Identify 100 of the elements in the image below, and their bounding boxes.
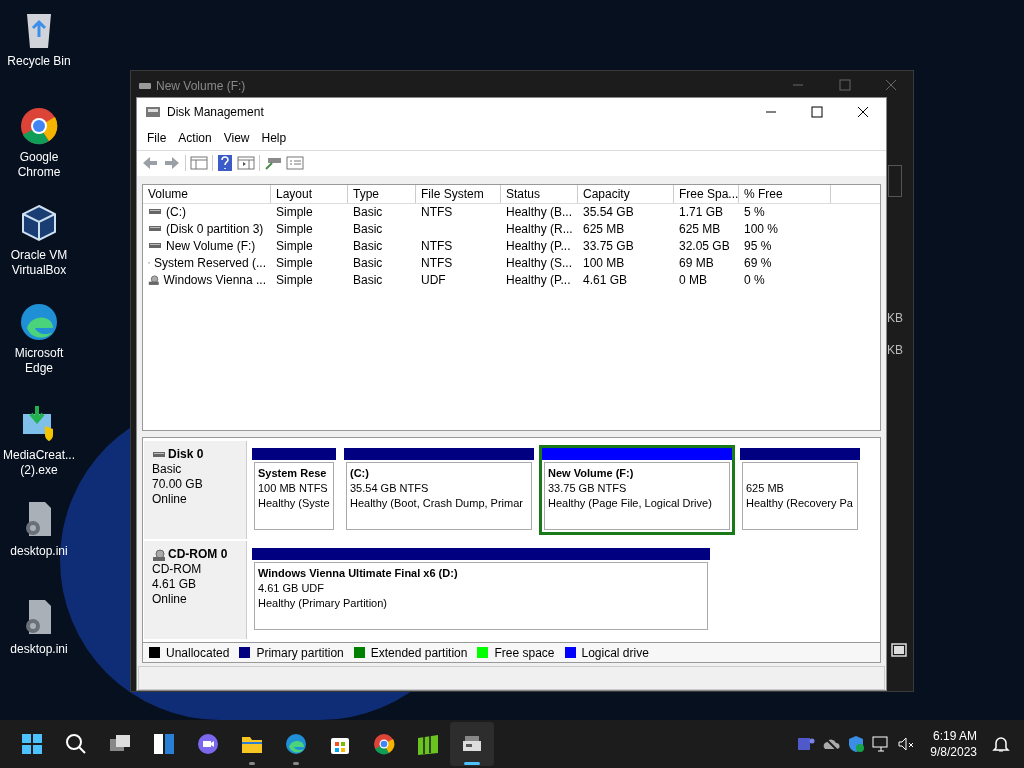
column-header[interactable]: Free Spa...: [674, 184, 739, 203]
partition-title: (C:): [350, 466, 370, 482]
taskbar-button[interactable]: [450, 722, 494, 766]
table-cell-text: (C:): [166, 204, 186, 222]
connect-drive-icon[interactable]: [264, 155, 282, 172]
chrome-icon: [372, 732, 396, 756]
table-cell-text: NTFS: [421, 238, 453, 256]
start-icon: [20, 732, 44, 756]
table-cell-text: 35.54 GB: [583, 204, 634, 222]
panels-icon: [416, 732, 440, 756]
partition-status: Healthy (Recovery Pa: [746, 496, 854, 512]
table-cell-text: 5 %: [744, 204, 765, 222]
network-monitor-icon[interactable]: [872, 735, 891, 753]
teams-icon[interactable]: [797, 735, 816, 753]
menu-item[interactable]: View: [217, 128, 256, 147]
table-cell-text: 625 MB: [679, 221, 721, 239]
table-cell-text: 32.05 GB: [679, 238, 730, 256]
column-header[interactable]: Type: [348, 184, 416, 203]
help-icon[interactable]: [217, 154, 233, 173]
desktop-icon-label[interactable]: Microsoft Edge: [1, 346, 77, 376]
table-cell-text: UDF: [421, 272, 446, 290]
partition-title: Windows Vienna Ultimate Final x6 (D:): [258, 566, 459, 582]
partition-status: Healthy (Page File, Logical Drive): [548, 496, 713, 512]
table-cell-text: Healthy (P...: [506, 272, 571, 290]
table-cell-text: Simple: [276, 204, 313, 222]
legend-label: Primary partition: [256, 644, 344, 662]
partition-detail: 100 MB NTFS: [258, 481, 329, 497]
back-arrow-icon[interactable]: [141, 155, 159, 172]
legend-label: Unallocated: [166, 644, 230, 662]
console-tree-icon[interactable]: [190, 155, 208, 172]
table-cell-text: Basic: [353, 204, 383, 222]
partition-detail: 4.61 GB UDF: [258, 581, 326, 597]
disk-info-text: 70.00 GB: [152, 477, 204, 493]
table-cell-text: 33.75 GB: [583, 238, 634, 256]
desktop-icon-label[interactable]: Recycle Bin: [1, 54, 77, 69]
partition-detail: 625 MB: [746, 481, 785, 497]
column-header[interactable]: File System: [416, 184, 501, 203]
table-cell-text: 625 MB: [583, 221, 625, 239]
clock-date[interactable]: 9/8/2023: [930, 744, 977, 760]
table-cell-text: Simple: [276, 238, 313, 256]
legend-label: Free space: [494, 644, 555, 662]
desktop-icon-label[interactable]: MediaCreat... (2).exe: [1, 448, 77, 478]
chat-icon: [196, 732, 220, 756]
action-pane-icon[interactable]: [237, 155, 255, 172]
column-header[interactable]: Layout: [271, 184, 348, 203]
disk-info-panel[interactable]: Disk 0 Basic 70.00 GB Online: [144, 441, 247, 540]
table-cell-text: System Reserved (...: [153, 255, 266, 273]
column-header[interactable]: Volume: [143, 184, 271, 203]
panel-frame: [888, 165, 902, 197]
table-cell-text: 0 MB: [679, 272, 707, 290]
window-icon[interactable]: [891, 642, 907, 658]
table-cell-text: 100 %: [744, 221, 779, 239]
table-cell-text: Healthy (S...: [506, 255, 573, 273]
partition-block[interactable]: New Volume (F:) 33.75 GB NTFS Healthy (Page File, Logical Drive): [539, 445, 735, 536]
window-title: New Volume (F:): [156, 78, 246, 95]
table-cell-text: 95 %: [744, 238, 772, 256]
forward-arrow-icon[interactable]: [163, 155, 181, 172]
clock-time[interactable]: 6:19 AM: [932, 728, 977, 744]
partition-status: Healthy (Boot, Crash Dump, Primar: [350, 496, 524, 512]
table-cell-text: New Volume (F:): [166, 238, 256, 256]
table-cell-text: 1.71 GB: [679, 204, 724, 222]
table-cell-text: NTFS: [421, 255, 453, 273]
table-cell-text: 100 MB: [583, 255, 625, 273]
table-cell-text: Healthy (R...: [506, 221, 573, 239]
menu-item[interactable]: Help: [255, 128, 293, 147]
desktop-icon-label[interactable]: desktop.ini: [1, 642, 77, 657]
legend-label: Logical drive: [581, 644, 649, 662]
search-icon: [64, 732, 88, 756]
table-cell-text: (Disk 0 partition 3): [166, 221, 264, 239]
column-header[interactable]: Capacity: [578, 184, 674, 203]
desktop-icon-label[interactable]: desktop.ini: [1, 544, 77, 559]
table-cell-text: 0 %: [744, 272, 765, 290]
table-cell-text: 69 MB: [679, 255, 714, 273]
table-cell-text: Basic: [353, 238, 383, 256]
cd-drive-icon: [148, 274, 160, 287]
table-cell-text: Simple: [276, 221, 313, 239]
partition-status: Healthy (Primary Partition): [258, 596, 388, 612]
disk-management-icon: [145, 105, 161, 119]
menu-item[interactable]: Action: [172, 128, 218, 147]
desktop-icon-label[interactable]: Oracle VM VirtualBox: [1, 248, 77, 278]
disk-name: Disk 0: [168, 447, 204, 463]
size-text: KB: [887, 342, 903, 359]
disk-info-text: Online: [152, 592, 188, 608]
close-icon[interactable]: [885, 79, 897, 91]
partition-detail: 35.54 GB NTFS: [350, 481, 430, 497]
disk-info-panel[interactable]: CD-ROM 0 CD-ROM 4.61 GB Online: [144, 541, 247, 640]
column-header[interactable]: % Free: [739, 184, 831, 203]
desktop-icon-label[interactable]: Google Chrome: [1, 150, 77, 180]
column-header[interactable]: Status: [501, 184, 578, 203]
table-cell-text: Healthy (B...: [506, 204, 573, 222]
cd-drive-icon: [152, 548, 166, 561]
speaker-muted-icon[interactable]: [897, 735, 916, 753]
disk-info-text: Basic: [152, 462, 183, 478]
security-shield-icon[interactable]: [847, 735, 866, 753]
notification-bell-icon[interactable]: [992, 735, 1010, 753]
table-cell-text: 69 %: [744, 255, 772, 273]
disk-info-text: CD-ROM: [152, 562, 203, 578]
table-cell-text: Basic: [353, 255, 383, 273]
menu-item[interactable]: File: [141, 128, 173, 147]
partition-status: Healthy (Syste: [258, 496, 330, 512]
